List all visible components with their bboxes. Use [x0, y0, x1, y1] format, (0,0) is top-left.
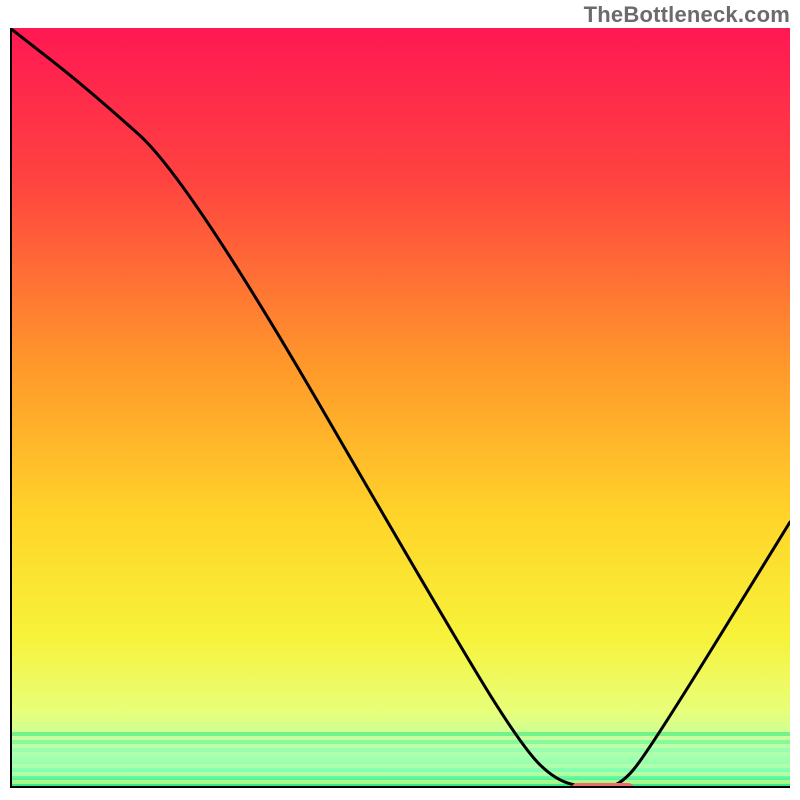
watermark-text: TheBottleneck.com: [584, 2, 790, 28]
chart-background-gradient: [10, 28, 790, 788]
chart-bottom-bands: [10, 734, 790, 782]
chart-plot-region: [10, 28, 790, 788]
chart-stage: TheBottleneck.com: [0, 0, 800, 800]
chart-svg: [10, 28, 790, 788]
